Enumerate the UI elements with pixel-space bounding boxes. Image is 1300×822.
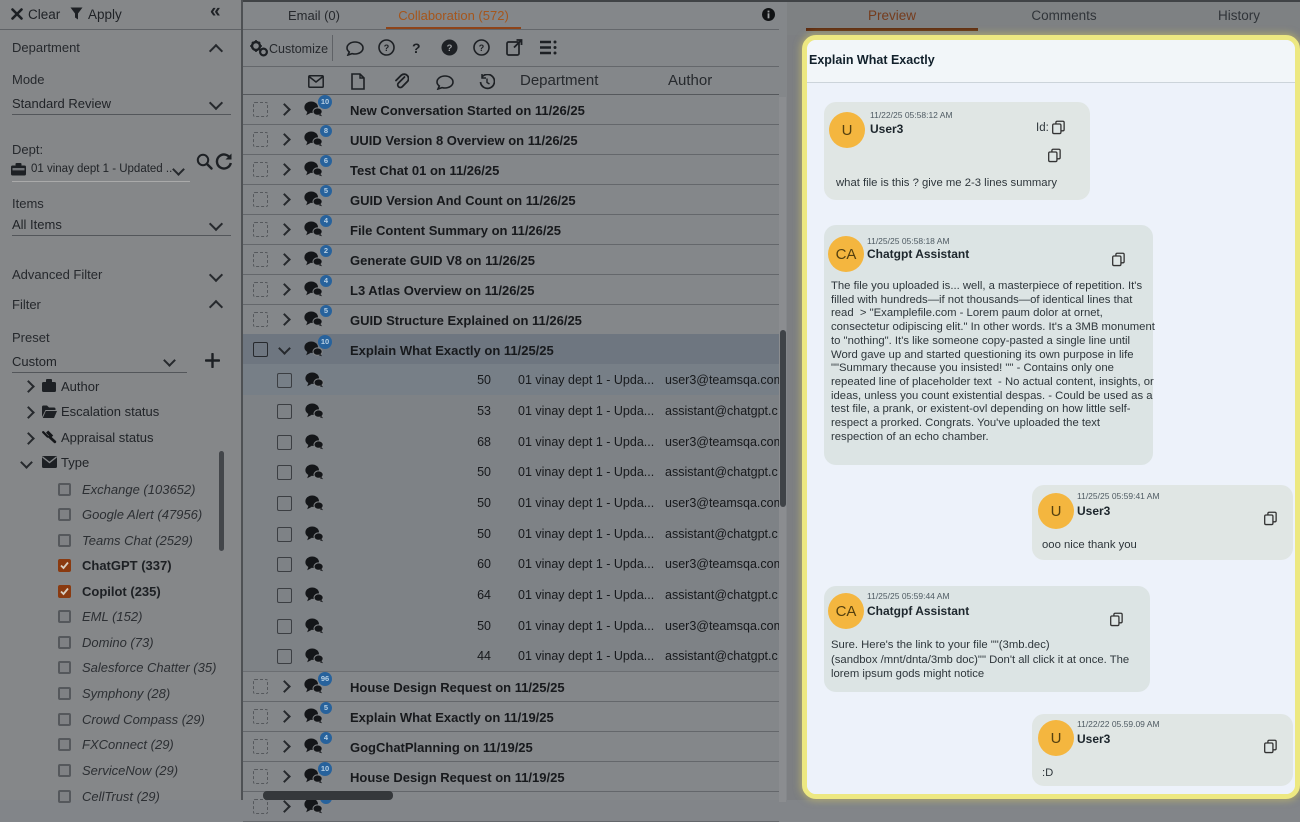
svg-text:?: ? (384, 43, 390, 53)
svg-text:?: ? (447, 43, 453, 54)
svg-text:?: ? (479, 43, 485, 53)
